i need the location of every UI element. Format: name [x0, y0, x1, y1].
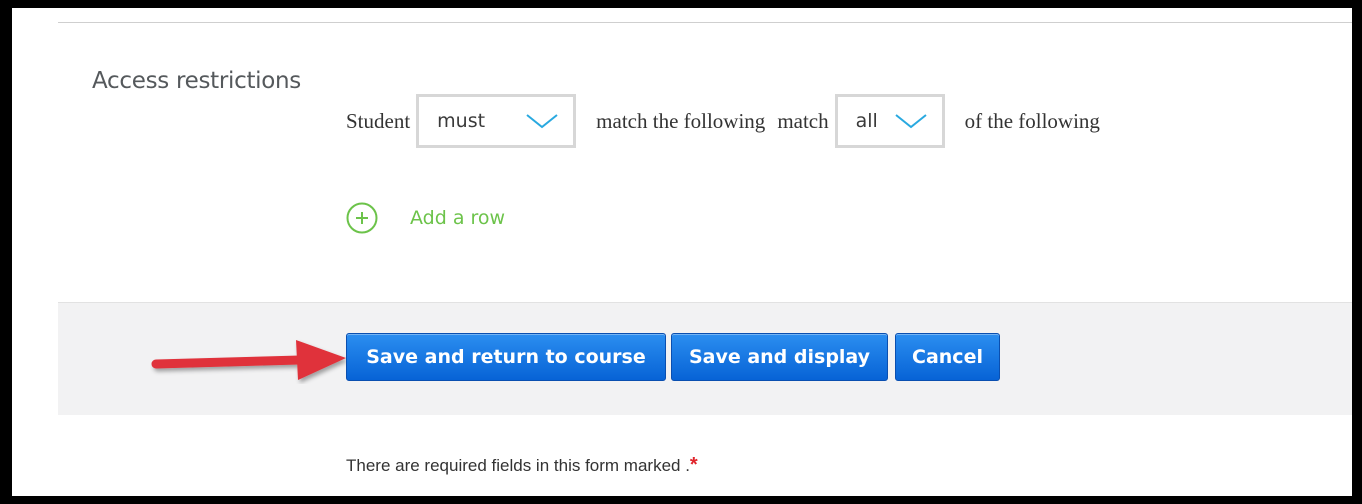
add-row-label: Add a row: [410, 207, 506, 229]
required-asterisk: *: [689, 454, 698, 476]
save-and-display-button[interactable]: Save and display: [671, 333, 888, 381]
cancel-button[interactable]: Cancel: [895, 333, 1000, 381]
restriction-suffix-text: of the following: [964, 108, 1100, 133]
add-row-link[interactable]: Add a row: [346, 202, 505, 234]
qualifier-select-value: must: [437, 110, 486, 132]
scope-select-value: all: [855, 110, 878, 132]
restriction-match-label: match: [777, 108, 829, 133]
chevron-down-icon: [895, 114, 927, 129]
restriction-condition-row: Student must match the following match a…: [346, 94, 1100, 148]
top-divider: [58, 22, 1352, 23]
required-note-text: There are required fields in this form m…: [346, 456, 690, 475]
scope-select[interactable]: all: [834, 94, 945, 148]
screenshot-frame: Access restrictions Student must match t…: [12, 8, 1352, 496]
required-fields-note: There are required fields in this form m…: [346, 454, 698, 477]
chevron-down-icon: [526, 114, 558, 129]
annotation-arrow-icon: [151, 340, 346, 380]
qualifier-select[interactable]: must: [416, 94, 577, 148]
restriction-middle-text: match the following: [596, 108, 766, 133]
save-and-return-button[interactable]: Save and return to course: [346, 333, 666, 381]
restriction-prefix-text: Student: [346, 108, 411, 133]
plus-circle-icon: [346, 202, 378, 234]
section-label-access-restrictions: Access restrictions: [92, 68, 301, 94]
